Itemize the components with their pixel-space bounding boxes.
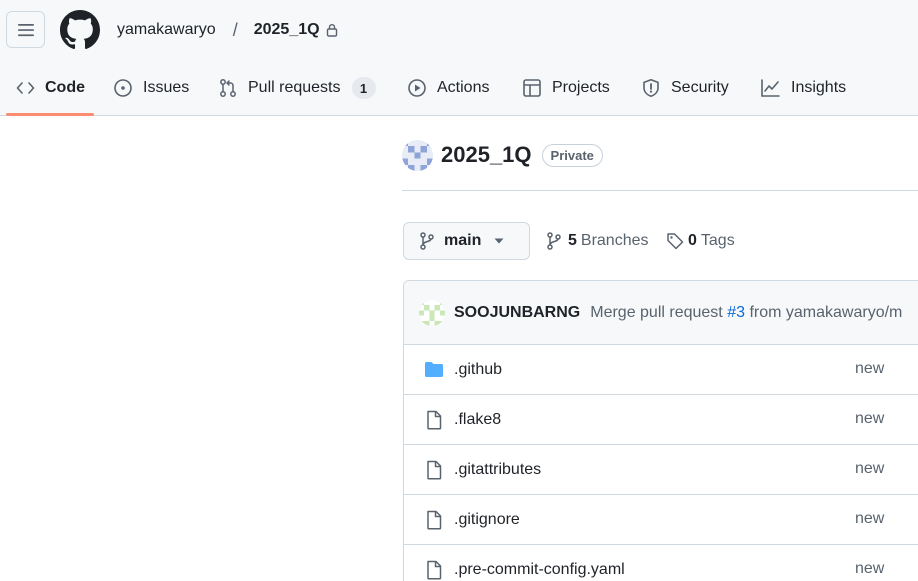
file-row[interactable]: .github new [404, 345, 918, 395]
file-commit-message[interactable]: new [855, 460, 884, 478]
folder-icon [425, 362, 443, 377]
code-icon [16, 82, 35, 94]
menu-button[interactable] [6, 11, 45, 48]
tab-security[interactable]: Security [641, 70, 729, 106]
breadcrumb-repo-link[interactable]: 2025_1Q [254, 21, 320, 39]
tag-icon [667, 233, 684, 250]
issue-opened-icon [114, 79, 132, 97]
breadcrumb: yamakawaryo / 2025_1Q [117, 18, 338, 42]
file-icon [427, 560, 442, 580]
tab-projects-label: Projects [552, 79, 610, 96]
tags-count: 0 [688, 232, 697, 249]
breadcrumb-separator: / [232, 19, 238, 40]
table-icon [523, 79, 541, 97]
pull-requests-counter: 1 [351, 77, 376, 99]
file-commit-message[interactable]: new [855, 360, 884, 378]
tab-issues[interactable]: Issues [113, 70, 189, 106]
file-row[interactable]: .flake8 new [404, 395, 918, 445]
file-name-link[interactable]: .gitignore [454, 511, 520, 529]
breadcrumb-owner-link[interactable]: yamakawaryo [117, 21, 216, 39]
tags-link[interactable]: 0 Tags [666, 230, 735, 252]
git-branch-icon [420, 232, 434, 250]
current-branch-label: main [444, 232, 482, 249]
file-name-link[interactable]: .github [454, 361, 502, 379]
repo-title-bar: 2025_1Q Private [402, 138, 603, 172]
tab-projects[interactable]: Projects [522, 70, 610, 106]
shield-icon [643, 79, 659, 97]
file-icon [427, 510, 442, 530]
file-name-link[interactable]: .pre-commit-config.yaml [454, 561, 625, 579]
git-branch-icon [547, 232, 561, 250]
tab-security-label: Security [671, 79, 729, 96]
app-header: yamakawaryo / 2025_1Q Code Issues Pull r… [0, 0, 918, 116]
title-divider [402, 190, 918, 191]
tab-actions-label: Actions [437, 79, 490, 96]
commit-message-suffix: from yamakawaryo/m [749, 303, 903, 321]
tab-pull-requests-label: Pull requests [248, 79, 341, 96]
active-tab-indicator [6, 113, 94, 116]
file-commit-message[interactable]: new [855, 560, 884, 578]
repo-name[interactable]: 2025_1Q [441, 142, 532, 168]
tab-code[interactable]: Code [16, 70, 85, 106]
tab-insights-label: Insights [791, 79, 847, 96]
commit-author-link[interactable]: SOOJUNBARNG [454, 304, 580, 322]
caret-down-icon [494, 238, 504, 244]
latest-commit-row: SOOJUNBARNG Merge pull request #3 from y… [404, 281, 918, 345]
github-logo-icon[interactable] [60, 10, 100, 50]
repo-nav-tabs: Code Issues Pull requests 1 Actions Proj… [0, 70, 918, 116]
file-row[interactable]: .gitattributes new [404, 445, 918, 495]
git-pull-request-icon [220, 79, 236, 97]
play-icon [408, 79, 426, 97]
branches-link[interactable]: 5 Branches [546, 230, 649, 252]
file-name-link[interactable]: .flake8 [454, 411, 501, 429]
visibility-badge: Private [541, 143, 603, 167]
commit-pr-link[interactable]: #3 [727, 304, 745, 321]
commit-message[interactable]: Merge pull request #3 from yamakawaryo/m [590, 304, 902, 322]
hamburger-icon [17, 23, 34, 36]
commit-message-prefix: Merge pull request [590, 303, 723, 321]
file-commit-message[interactable]: new [855, 410, 884, 428]
lock-icon [326, 23, 338, 37]
file-name-link[interactable]: .gitattributes [454, 461, 541, 479]
branches-label: Branches [580, 232, 649, 249]
tab-insights[interactable]: Insights [760, 70, 846, 106]
repo-owner-avatar[interactable] [402, 139, 433, 171]
file-row[interactable]: .pre-commit-config.yaml new [404, 545, 918, 581]
branch-selector-button[interactable]: main [403, 222, 530, 260]
file-commit-message[interactable]: new [855, 510, 884, 528]
tab-code-label: Code [45, 79, 85, 96]
branches-count: 5 [568, 232, 577, 249]
commit-author-avatar[interactable] [419, 299, 445, 326]
graph-icon [761, 79, 780, 97]
file-browser: SOOJUNBARNG Merge pull request #3 from y… [403, 280, 918, 581]
tab-actions[interactable]: Actions [407, 70, 489, 106]
file-icon [427, 460, 442, 480]
file-row[interactable]: .gitignore new [404, 495, 918, 545]
tab-pull-requests[interactable]: Pull requests 1 [218, 70, 376, 106]
file-icon [427, 410, 442, 430]
tab-issues-label: Issues [143, 79, 190, 96]
tags-label: Tags [700, 232, 735, 249]
